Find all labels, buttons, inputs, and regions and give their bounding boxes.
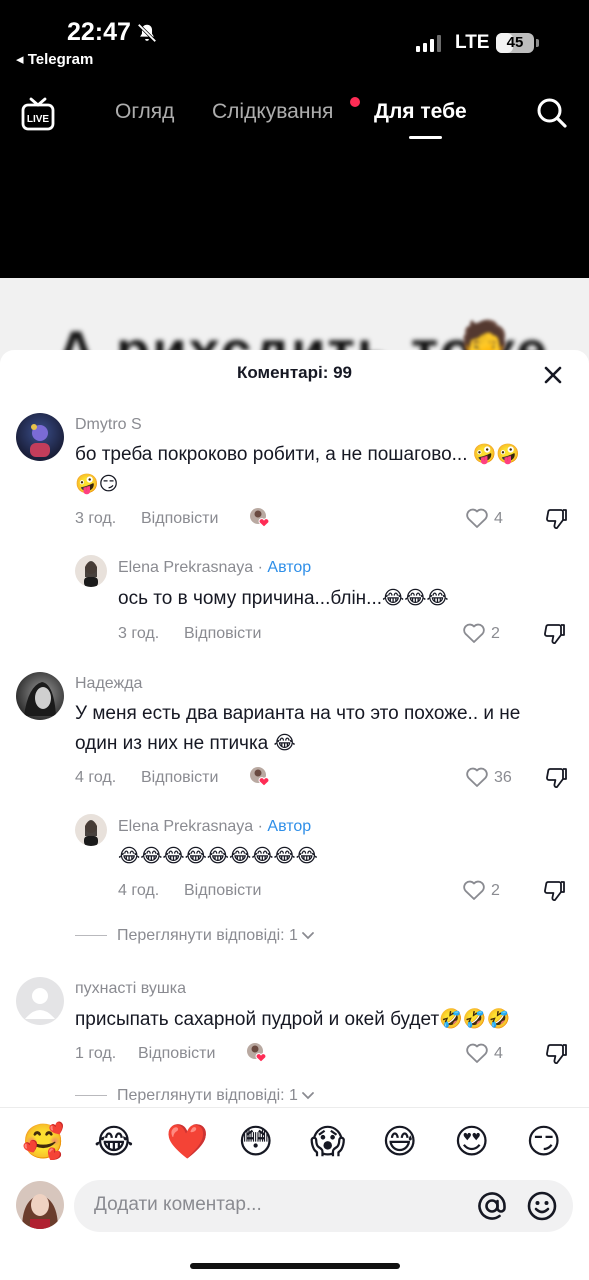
comment-author[interactable]: Надежда — [75, 675, 142, 693]
like-count: 2 — [491, 625, 500, 642]
creator-liked-icon — [247, 1043, 267, 1063]
comment-author[interactable]: пухнасті вушка — [75, 980, 186, 998]
quick-emoji-button[interactable]: 😱 — [310, 1122, 345, 1162]
reply-author[interactable]: Elena Prekrasnaya · Автор — [118, 559, 311, 577]
reply-button[interactable]: Відповісти — [138, 1045, 215, 1063]
author-badge: Автор — [267, 818, 312, 835]
dislike-icon[interactable] — [544, 766, 570, 790]
quick-emoji-button[interactable]: 😳 — [238, 1122, 273, 1162]
reply-text: ось то в чому причина...блін...😂😂😂 — [118, 588, 449, 609]
my-avatar — [16, 1181, 64, 1229]
creator-liked-icon — [250, 508, 270, 528]
comment-text: У меня есть два варианта на что это похо… — [75, 703, 521, 724]
creator-liked-icon — [250, 767, 270, 787]
like-icon[interactable] — [465, 766, 489, 788]
avatar[interactable] — [16, 672, 64, 720]
search-icon[interactable] — [535, 96, 569, 130]
network-type: LTE — [455, 32, 490, 53]
chevron-down-icon — [302, 931, 314, 940]
author-separator: · — [253, 818, 268, 835]
reply-button[interactable]: Відповісти — [184, 625, 261, 643]
like-count: 4 — [494, 510, 503, 527]
status-bar: 22:47 ◂ Telegram LTE 45 — [0, 0, 589, 80]
reply-time: 3 год. — [118, 625, 160, 642]
back-to-telegram-link[interactable]: ◂ Telegram — [16, 50, 93, 68]
bell-muted-icon — [137, 23, 157, 43]
view-replies-label: Переглянути відповіді: 1 — [117, 1087, 298, 1104]
comment-time: 3 год. — [75, 510, 117, 527]
author-name[interactable]: Elena Prekrasnaya — [118, 818, 253, 835]
battery-icon: 45 — [496, 33, 534, 53]
comment-text-continued: один из них не птичка 😂 — [75, 733, 296, 754]
avatar[interactable] — [75, 814, 107, 846]
author-name[interactable]: Elena Prekrasnaya — [118, 559, 253, 576]
comment-text-continued: 🤪😏 — [75, 474, 119, 495]
reply-time: 4 год. — [118, 882, 160, 899]
view-replies-button[interactable]: Переглянути відповіді: 1 — [75, 1087, 315, 1105]
quick-emoji-button[interactable]: 😅 — [382, 1122, 417, 1162]
clock: 22:47 — [67, 18, 131, 46]
like-count: 2 — [491, 882, 500, 899]
dislike-icon[interactable] — [544, 1042, 570, 1066]
emoji-picker-icon[interactable] — [526, 1190, 558, 1222]
close-icon[interactable] — [538, 360, 568, 390]
active-tab-indicator — [409, 136, 442, 139]
quick-emoji-button[interactable]: 🥰 — [22, 1122, 64, 1162]
reply-button[interactable]: Відповісти — [184, 882, 261, 900]
reply-button[interactable]: Відповісти — [141, 510, 218, 528]
comment-time: 1 год. — [75, 1045, 117, 1062]
comment-input-placeholder: Додати коментар... — [94, 1194, 262, 1215]
author-separator: · — [253, 559, 268, 576]
avatar[interactable] — [16, 977, 64, 1025]
comment-text: присыпать сахарной пудрой и окей будет🤣🤣… — [75, 1009, 511, 1030]
like-icon[interactable] — [465, 1042, 489, 1064]
comment-author[interactable]: Dmytro S — [75, 416, 142, 434]
live-icon[interactable]: LIVE — [20, 96, 56, 132]
comment-composer: 🥰 😂 ❤️ 😳 😱 😅 😍 😏 Додати коментар... — [0, 1107, 589, 1280]
view-replies-button[interactable]: Переглянути відповіді: 1 — [75, 927, 315, 945]
author-badge: Автор — [267, 559, 312, 576]
like-icon[interactable] — [462, 622, 486, 644]
like-icon[interactable] — [462, 879, 486, 901]
quick-emoji-button[interactable]: ❤️ — [166, 1122, 208, 1162]
quick-emoji-button[interactable]: 😏 — [526, 1122, 561, 1162]
comment-input[interactable]: Додати коментар... — [74, 1180, 573, 1232]
dislike-icon[interactable] — [542, 622, 568, 646]
reply-author[interactable]: Elena Prekrasnaya · Автор — [118, 818, 311, 836]
divider-line — [75, 1095, 107, 1097]
avatar[interactable] — [16, 413, 64, 461]
dislike-icon[interactable] — [544, 507, 570, 531]
quick-emoji-button[interactable]: 😂 — [94, 1122, 134, 1162]
like-icon[interactable] — [465, 507, 489, 529]
battery-nub — [536, 39, 539, 47]
like-count: 36 — [494, 769, 512, 786]
live-label: LIVE — [27, 114, 50, 125]
view-replies-label: Переглянути відповіді: 1 — [117, 927, 298, 944]
dislike-icon[interactable] — [542, 879, 568, 903]
comments-title: Коментарі: 99 — [236, 363, 352, 382]
divider-line — [75, 935, 107, 937]
reply-button[interactable]: Відповісти — [141, 769, 218, 787]
tab-following[interactable]: Слідкування — [212, 100, 333, 124]
cellular-signal-icon — [416, 34, 441, 52]
battery-percent: 45 — [506, 34, 524, 51]
avatar[interactable] — [75, 555, 107, 587]
top-navigation: LIVE Огляд Слідкування Для тебе — [0, 84, 589, 144]
chevron-down-icon — [302, 1091, 314, 1100]
home-indicator — [190, 1263, 400, 1269]
reply-text: 😂😂😂😂😂😂😂😂😂 — [118, 846, 318, 867]
tab-for-you[interactable]: Для тебе — [374, 100, 467, 124]
comment-text: бо треба покроково робити, а не пошагово… — [75, 444, 521, 465]
comment-time: 4 год. — [75, 769, 117, 786]
quick-emoji-button[interactable]: 😍 — [454, 1122, 489, 1162]
like-count: 4 — [494, 1045, 503, 1062]
notification-dot — [350, 97, 360, 107]
tab-overview[interactable]: Огляд — [115, 100, 174, 124]
mention-icon[interactable] — [476, 1190, 508, 1222]
